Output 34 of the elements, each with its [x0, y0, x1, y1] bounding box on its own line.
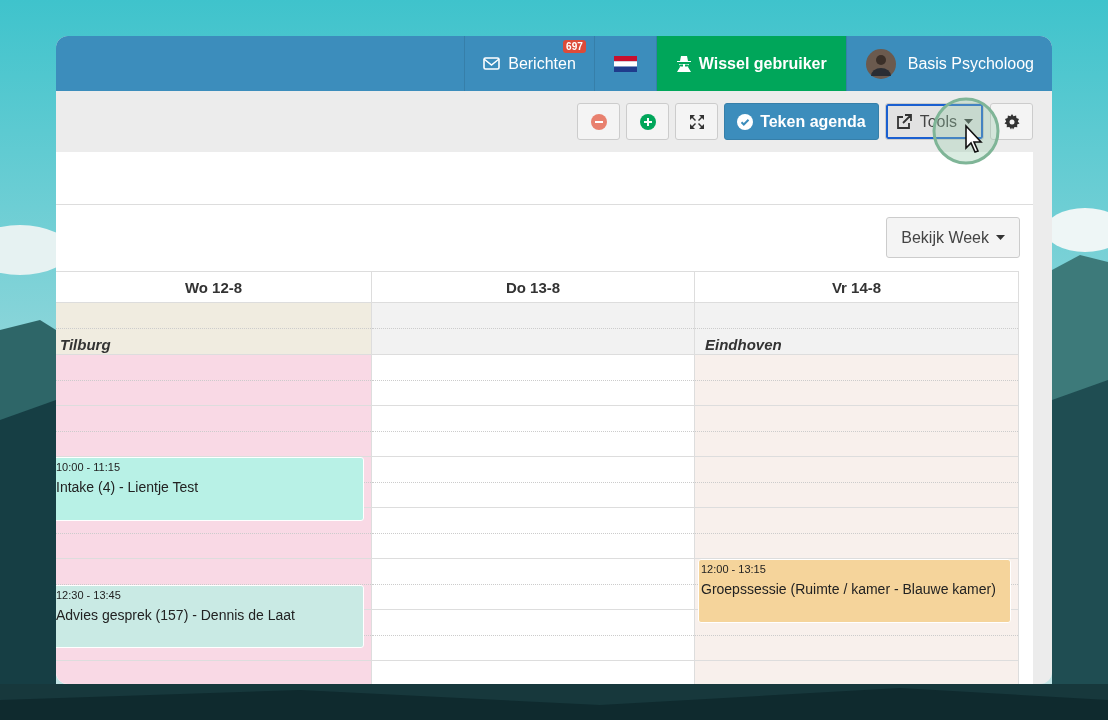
event-title: Groepssessie (Ruimte / kamer - Blauwe kamer) — [701, 581, 997, 597]
plus-icon — [639, 113, 656, 130]
messages-link[interactable]: Berichten 697 — [464, 36, 594, 91]
day-header: Wo 12-8 — [56, 271, 371, 303]
flag-icon — [613, 55, 637, 72]
envelope-icon — [483, 57, 501, 70]
settings-button[interactable] — [990, 103, 1033, 140]
message-count-badge: 697 — [563, 40, 586, 53]
calendar-event[interactable]: 12:00 - 13:15 Groepssessie (Ruimte / kamer - Blauwe kamer) — [698, 559, 1011, 623]
day-header: Do 13-8 — [372, 271, 694, 303]
event-title: Intake (4) - Lientje Test — [56, 479, 200, 495]
calendar-event[interactable]: 10:00 - 11:15 Intake (4) - Lientje Test — [56, 457, 364, 521]
event-time: 10:00 - 11:15 — [56, 461, 121, 473]
view-dropdown[interactable]: Bekijk Week — [886, 217, 1020, 258]
location-label: Eindhoven — [704, 336, 782, 354]
switch-user-button[interactable]: Wissel gebruiker — [655, 36, 846, 91]
draw-agenda-button[interactable]: Teken agenda — [724, 103, 879, 140]
expand-icon — [688, 113, 705, 130]
event-title: Advies gesprek (157) - Dennis de Laat — [56, 606, 296, 623]
check-circle-icon — [737, 113, 754, 130]
day-header: Vr 14-8 — [695, 271, 1018, 303]
user-menu[interactable]: Basis Psycholoog — [845, 36, 1052, 91]
minus-icon — [590, 113, 607, 130]
external-link-icon — [895, 113, 913, 130]
avatar-icon — [865, 48, 896, 79]
caret-icon — [996, 235, 1005, 240]
settings-icon — [1003, 113, 1020, 130]
event-time: 12:00 - 13:15 — [701, 563, 767, 575]
event-time: 12:30 - 13:45 — [56, 588, 122, 601]
add-button[interactable] — [626, 103, 670, 140]
location-label: Tilburg — [59, 336, 111, 354]
spy-icon — [676, 55, 691, 72]
calendar-event[interactable]: 12:30 - 13:45 Advies gesprek (157) - Dennis de Laat — [56, 584, 364, 649]
fullscreen-button[interactable] — [675, 103, 719, 140]
